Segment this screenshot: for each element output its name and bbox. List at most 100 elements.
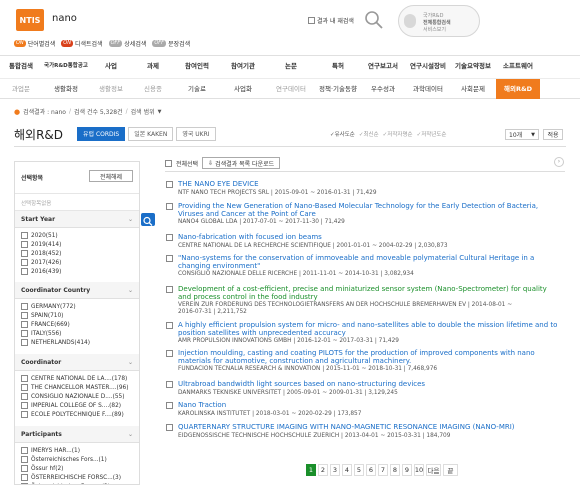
- result-title[interactable]: Ultrabroad bandwidth light sources based…: [178, 380, 562, 388]
- tab-cordis[interactable]: 유럽 CORDIS: [77, 127, 126, 141]
- checkbox-icon[interactable]: [21, 330, 28, 337]
- search-option[interactable]: OFF 문장검색: [152, 39, 190, 48]
- info-icon[interactable]: ›: [554, 157, 564, 167]
- nav-subtab-2[interactable]: 생활정보: [90, 79, 132, 99]
- search-in-results[interactable]: 결과 내 재검색: [308, 16, 354, 25]
- page-button[interactable]: 4: [342, 464, 352, 476]
- facet-option[interactable]: ECOLE POLYTECHNIQUE F....(89): [21, 410, 133, 419]
- result-title[interactable]: Nano-fabrication with focused ion beams: [178, 233, 562, 241]
- facet-header[interactable]: Start Year ⌄: [15, 211, 139, 228]
- checkbox-icon[interactable]: [21, 375, 28, 382]
- nav-tab-11[interactable]: 소프트웨어: [496, 56, 540, 77]
- toggle-badge[interactable]: OFF: [108, 39, 123, 47]
- nav-tab-0[interactable]: 통합검색: [0, 56, 42, 77]
- chevron-down-icon[interactable]: ▼: [158, 109, 162, 115]
- checkbox-icon[interactable]: [21, 241, 28, 248]
- toggle-badge[interactable]: ON: [14, 39, 26, 47]
- nav-subtab-4[interactable]: 기술료: [174, 79, 220, 99]
- nav-tab-5[interactable]: 참여기관: [220, 56, 266, 77]
- page-button[interactable]: 5: [354, 464, 364, 476]
- facet-option[interactable]: CONSIGLIO NAZIONALE D....(55): [21, 392, 133, 401]
- facet-option[interactable]: NETHERLANDS(414): [21, 338, 133, 347]
- facet-option[interactable]: Österreichisches Fors...(1): [21, 455, 133, 464]
- nav-tab-2[interactable]: 사업: [90, 56, 132, 77]
- promo-bubble[interactable]: 국가R&D 전체통합검색 서비스보기: [398, 5, 480, 37]
- apply-button[interactable]: 적용: [543, 129, 563, 140]
- search-icon[interactable]: [364, 10, 384, 30]
- page-button[interactable]: 9: [402, 464, 412, 476]
- nav-subtab-8[interactable]: 우수성과: [360, 79, 406, 99]
- facet-option[interactable]: 2016(439): [21, 267, 133, 276]
- result-title[interactable]: QUARTERNARY STRUCTURE IMAGING WITH NANO-…: [178, 423, 562, 431]
- checkbox-icon[interactable]: [21, 303, 28, 310]
- facet-header[interactable]: Coordinator Country ⌄: [15, 282, 139, 299]
- per-page-select[interactable]: 10개 ▼: [505, 129, 539, 140]
- chevron-down-icon[interactable]: ⌄: [128, 359, 133, 366]
- page-button[interactable]: 3: [330, 464, 340, 476]
- toggle-badge[interactable]: OFF: [152, 39, 167, 47]
- nav-subtab-9[interactable]: 과학데이터: [406, 79, 450, 99]
- download-button[interactable]: ⇩ 검색결과 목록 다운로드: [202, 157, 281, 169]
- facet-option[interactable]: FRANCE(669): [21, 320, 133, 329]
- checkbox-icon[interactable]: [21, 465, 28, 472]
- reset-button[interactable]: 전체해제: [89, 170, 133, 182]
- facet-option[interactable]: Össur hf(2): [21, 464, 133, 473]
- checkbox-icon[interactable]: [21, 268, 28, 275]
- result-checkbox[interactable]: [166, 286, 173, 293]
- facet-option[interactable]: CENTRE NATIONAL DE LA....(178): [21, 374, 133, 383]
- breadcrumb-scope[interactable]: 검색 범위: [131, 107, 155, 116]
- page-button[interactable]: 10: [414, 464, 424, 476]
- nav-subtab-10[interactable]: 사회문제: [450, 79, 496, 99]
- nav-subtab-3[interactable]: 신용종: [132, 79, 174, 99]
- checkbox-icon[interactable]: [21, 312, 28, 319]
- search-option[interactable]: ON 단어별검색: [14, 39, 55, 48]
- result-checkbox[interactable]: [166, 381, 173, 388]
- checkbox-icon[interactable]: [21, 447, 28, 454]
- result-title[interactable]: Nano Traction: [178, 401, 562, 409]
- facet-header[interactable]: Participants ⌄: [15, 426, 139, 443]
- next-page-button[interactable]: 다음: [426, 464, 441, 476]
- nav-tab-10[interactable]: 기술요약정보: [450, 56, 496, 77]
- tab-ukri[interactable]: 영국 UKRI: [176, 127, 216, 141]
- chevron-down-icon[interactable]: ⌄: [128, 287, 133, 294]
- checkbox-icon[interactable]: [308, 17, 315, 24]
- nav-subtab-1[interactable]: 생활화정: [42, 79, 90, 99]
- nav-tab-8[interactable]: 연구보고서: [360, 56, 406, 77]
- nav-tab-6[interactable]: 논문: [266, 56, 316, 77]
- result-checkbox[interactable]: [166, 203, 173, 210]
- checkbox-icon[interactable]: [21, 402, 28, 409]
- checkbox-icon[interactable]: [21, 411, 28, 418]
- search-option[interactable]: ON 디색트검색: [61, 39, 103, 48]
- result-title[interactable]: Providing the New Generation of Nano-Bas…: [178, 202, 562, 218]
- result-title[interactable]: Injection moulding, casting and coating …: [178, 349, 562, 365]
- facet-option[interactable]: GERMANY(772): [21, 302, 133, 311]
- facet-option[interactable]: ITALY(556): [21, 329, 133, 338]
- nav-subtab-5[interactable]: 사업화: [220, 79, 266, 99]
- nav-subtab-6[interactable]: 연구데이터: [266, 79, 316, 99]
- select-all-checkbox[interactable]: [165, 159, 172, 167]
- page-button[interactable]: 7: [378, 464, 388, 476]
- result-checkbox[interactable]: [166, 402, 173, 409]
- facet-option[interactable]: 2020(51): [21, 231, 133, 240]
- sort-author[interactable]: ✓저작자명순: [383, 130, 413, 138]
- facet-option[interactable]: THE CHANCELLOR MASTER....(96): [21, 383, 133, 392]
- sort-year[interactable]: ✓저작년도순: [417, 130, 447, 138]
- facet-option[interactable]: 2017(426): [21, 258, 133, 267]
- result-title[interactable]: THE NANO EYE DEVICE: [178, 180, 562, 188]
- sort-relevance[interactable]: ✓유사도순: [330, 130, 355, 138]
- result-title[interactable]: Development of a cost-efficient, precise…: [178, 285, 562, 301]
- checkbox-icon[interactable]: [21, 232, 28, 239]
- search-option[interactable]: OFF 상세검색: [108, 39, 146, 48]
- checkbox-icon[interactable]: [21, 474, 28, 481]
- nav-tab-9[interactable]: 연구시설장비: [406, 56, 450, 77]
- nav-subtab-7[interactable]: 정책·기술동향: [316, 79, 360, 99]
- checkbox-icon[interactable]: [21, 339, 28, 346]
- checkbox-icon[interactable]: [21, 456, 28, 463]
- facet-option[interactable]: IMPERIAL COLLEGE OF S....(82): [21, 401, 133, 410]
- page-button[interactable]: 2: [318, 464, 328, 476]
- checkbox-icon[interactable]: [21, 393, 28, 400]
- result-checkbox[interactable]: [166, 181, 173, 188]
- facet-option[interactable]: IMERYS HAR...(1): [21, 446, 133, 455]
- checkbox-icon[interactable]: [21, 384, 28, 391]
- sidebar-search-button[interactable]: [141, 213, 155, 226]
